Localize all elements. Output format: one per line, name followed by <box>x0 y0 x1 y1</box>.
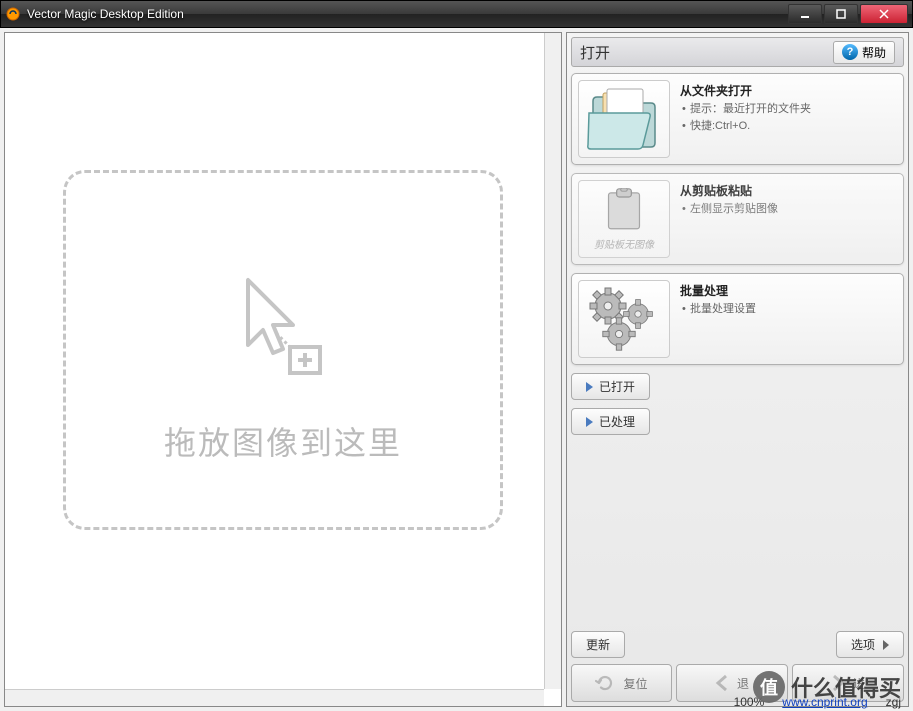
drop-zone-label: 拖放图像到这里 <box>164 418 402 464</box>
play-icon <box>586 417 593 427</box>
horizontal-scrollbar[interactable] <box>5 689 544 706</box>
update-button[interactable]: 更新 <box>571 631 625 658</box>
options-button[interactable]: 选项 <box>836 631 904 658</box>
folder-icon <box>578 80 670 158</box>
back-label: 退 <box>737 675 749 692</box>
gears-icon <box>578 280 670 358</box>
undo-icon <box>595 674 615 692</box>
help-icon: ? <box>842 44 858 60</box>
minimize-button[interactable] <box>788 4 822 24</box>
reset-button[interactable]: 复位 <box>571 664 672 702</box>
play-icon <box>586 382 593 392</box>
window-title: Vector Magic Desktop Edition <box>27 7 786 21</box>
panel-header: 打开 ? 帮助 <box>571 37 904 67</box>
clipboard-empty-label: 剪贴板无图像 <box>594 236 654 251</box>
vertical-scrollbar[interactable] <box>544 33 561 689</box>
batch-process-card[interactable]: 批量处理 批量处理设置 <box>571 273 904 365</box>
processed-label: 已处理 <box>599 413 635 430</box>
clipboard-card-title: 从剪贴板粘贴 <box>680 182 897 199</box>
update-label: 更新 <box>586 636 610 653</box>
options-label: 选项 <box>851 636 875 653</box>
batch-card-hint: 批量处理设置 <box>680 301 897 318</box>
processed-button[interactable]: 已处理 <box>571 408 650 435</box>
paste-from-clipboard-card[interactable]: 剪贴板无图像 从剪贴板粘贴 左侧显示剪贴图像 <box>571 173 904 265</box>
opened-button[interactable]: 已打开 <box>571 373 650 400</box>
help-button[interactable]: ? 帮助 <box>833 41 895 64</box>
folder-card-shortcut: 快捷:Ctrl+O. <box>680 118 897 135</box>
watermark-badge: 值 <box>753 671 785 703</box>
watermark-brand: 什么值得买 <box>791 671 901 703</box>
chevron-right-icon <box>883 640 889 650</box>
clipboard-card-hint: 左侧显示剪贴图像 <box>680 201 897 218</box>
open-from-folder-card[interactable]: 从文件夹打开 提示：最近打开的文件夹 快捷:Ctrl+O. <box>571 73 904 165</box>
help-label: 帮助 <box>862 44 886 61</box>
folder-card-hint: 提示：最近打开的文件夹 <box>680 101 897 118</box>
opened-label: 已打开 <box>599 378 635 395</box>
app-icon <box>5 6 21 22</box>
close-button[interactable] <box>860 4 908 24</box>
cursor-drop-icon <box>238 275 328 388</box>
canvas-area[interactable]: 拖放图像到这里 <box>4 32 562 707</box>
panel-title: 打开 <box>580 42 833 63</box>
window-controls <box>786 4 908 24</box>
chevron-left-icon <box>715 674 729 692</box>
window-titlebar: Vector Magic Desktop Edition <box>0 0 913 28</box>
drop-zone[interactable]: 拖放图像到这里 <box>63 170 503 530</box>
clipboard-icon: 剪贴板无图像 <box>578 180 670 258</box>
reset-label: 复位 <box>623 675 647 692</box>
batch-card-title: 批量处理 <box>680 282 897 299</box>
watermark: 值 什么值得买 <box>753 671 901 703</box>
maximize-button[interactable] <box>824 4 858 24</box>
side-panel: 打开 ? 帮助 从文件夹打开 提示：最近打开的文件夹 快捷:Ctrl <box>566 32 909 707</box>
folder-card-title: 从文件夹打开 <box>680 82 897 99</box>
